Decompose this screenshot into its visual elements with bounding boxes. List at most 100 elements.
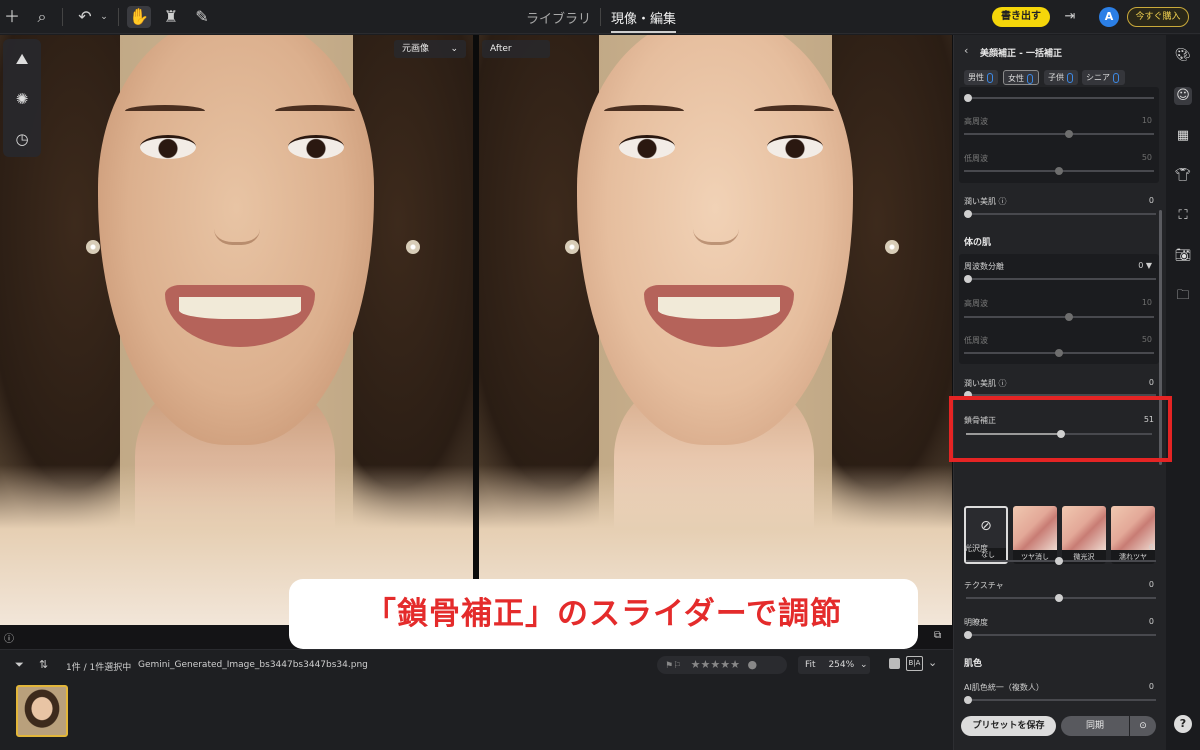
help-icon[interactable]: ? (1174, 715, 1192, 733)
tab-library[interactable]: ライブラリ (526, 8, 591, 27)
palette-icon[interactable]: 🎨︎ (1174, 47, 1192, 65)
chip-male[interactable]: 男性 (964, 70, 998, 85)
history-icon[interactable]: ◷ (12, 129, 32, 149)
folder-settings-icon[interactable]: 🗀 (1174, 287, 1192, 305)
sparkle-circle-icon[interactable]: ✺ (12, 89, 32, 109)
thumbnail[interactable] (16, 685, 68, 737)
gloss-preset-matte[interactable]: ツヤ消し (1013, 506, 1057, 564)
image-viewer[interactable]: 元画像 ⌄ After ⛰ ✺ ◷ (0, 35, 953, 625)
high-freq-slider[interactable] (964, 316, 1154, 318)
flag-icon[interactable]: ⚑⚐ (665, 661, 681, 671)
low-freq-label: 低周波 (964, 154, 988, 163)
sync-options-icon[interactable]: ⊙ (1130, 716, 1156, 736)
slider-knob[interactable] (1055, 167, 1063, 175)
filmstrip-bar: ⏷ ⇅ 1件 / 1件選択中 Gemini_Generated_Image_bs… (0, 649, 953, 750)
single-view-icon[interactable] (889, 658, 900, 669)
shirt-icon[interactable]: 👕︎ (1174, 167, 1192, 185)
rating-bar[interactable]: ⚑⚐ ★★★★★ ● (657, 656, 787, 674)
preset-thumbnail (1062, 506, 1106, 550)
save-preset-button[interactable]: プリセットを保存 (961, 716, 1056, 736)
spinner-icon (1067, 72, 1073, 83)
gloss-label: 光沢度 (964, 544, 988, 553)
top-toolbar: ＋ ⌕ ↶ ⌄ ✋ ♜ ✎ ライブラリ 現像・編集 書き出す ⇥ A 今すぐ購入 (0, 0, 1200, 34)
crop-icon[interactable]: ⛶ (1174, 207, 1192, 225)
before-after-icon[interactable]: B|A (906, 656, 923, 671)
zoom-control[interactable]: Fit 254% ⌄ (798, 656, 870, 674)
landscape-plus-icon[interactable]: ⛰ (12, 49, 32, 69)
low-freq-label: 低周波 (964, 336, 988, 345)
chevron-down-icon: ⌄ (450, 44, 458, 54)
moist-skin-value: 0 (1148, 378, 1154, 387)
view-tool-strip: ⛰ ✺ ◷ (3, 39, 41, 157)
filename: Gemini_Generated_Image_bs3447bs3447bs34.… (138, 660, 368, 670)
slider-knob[interactable] (964, 275, 972, 283)
avatar[interactable]: A (1099, 7, 1119, 27)
divider (118, 8, 119, 26)
gradient-icon[interactable]: ▦ (1174, 127, 1192, 145)
divider (600, 8, 601, 26)
none-icon: ⊘ (980, 518, 992, 534)
high-freq-slider[interactable] (964, 133, 1154, 135)
chip-label: シニア (1086, 73, 1110, 82)
chip-female[interactable]: 女性 (1003, 70, 1039, 85)
chevron-down-icon[interactable]: ⌄ (92, 6, 116, 28)
color-label-icon[interactable]: ● (747, 658, 757, 671)
skin-color-section: 肌色 (964, 659, 983, 669)
hand-icon[interactable]: ✋ (127, 6, 151, 28)
plus-icon[interactable]: ＋ (0, 6, 24, 28)
export-panel-icon[interactable]: ⇥ (1058, 6, 1082, 28)
book-icon[interactable]: ⧉ (934, 630, 941, 641)
slider-knob[interactable] (964, 210, 972, 218)
divider (62, 8, 63, 26)
buy-now-button[interactable]: 今すぐ購入 (1127, 7, 1189, 27)
gloss-preset-none[interactable]: ⊘ なし (964, 506, 1008, 564)
chevron-down-icon[interactable]: ⌄ (928, 656, 937, 669)
slider-knob[interactable] (1055, 349, 1063, 357)
info-icon[interactable]: ⓘ (4, 630, 14, 645)
slider-knob[interactable] (964, 696, 972, 704)
clarity-slider[interactable] (966, 634, 1156, 636)
slider-knob[interactable] (964, 94, 972, 102)
zoom-value[interactable]: 254% (828, 660, 854, 670)
bandage-icon[interactable]: ✎ (190, 6, 214, 28)
fit-label[interactable]: Fit (805, 660, 816, 670)
ai-unify-label: AI肌色統一（複数人） (964, 683, 1044, 692)
filter-icon[interactable]: ⏷ (15, 658, 24, 672)
face-icon[interactable]: ☺ (1174, 87, 1192, 105)
before-view-select[interactable]: 元画像 ⌄ (394, 40, 466, 58)
app-window: ＋ ⌕ ↶ ⌄ ✋ ♜ ✎ ライブラリ 現像・編集 書き出す ⇥ A 今すぐ購入 (0, 0, 1200, 750)
export-button[interactable]: 書き出す (992, 7, 1050, 27)
clarity-value: 0 (1148, 617, 1154, 626)
gloss-preset-subtle[interactable]: 微光沢 (1062, 506, 1106, 564)
freq-sep-value[interactable]: 0 ▼ (1122, 261, 1152, 270)
slider-track[interactable] (968, 97, 1154, 99)
collarbone-highlight-box (949, 396, 1172, 462)
search-icon[interactable]: ⌕ (30, 6, 54, 28)
chevron-down-icon[interactable]: ⌄ (860, 660, 868, 670)
star-rating[interactable]: ★★★★★ (691, 658, 740, 671)
slider-knob[interactable] (1065, 313, 1073, 321)
back-icon[interactable]: ‹ (964, 44, 968, 57)
tab-develop[interactable]: 現像・編集 (611, 8, 677, 33)
high-freq-label: 高周波 (964, 299, 988, 308)
slider-knob[interactable] (1055, 557, 1063, 565)
freq-sep-label: 周波数分離 (964, 262, 1004, 271)
stamp-icon[interactable]: ♜ (159, 6, 183, 28)
spinner-icon (987, 72, 993, 83)
sync-button[interactable]: 同期 (1061, 716, 1129, 736)
high-freq-label: 高周波 (964, 117, 988, 126)
chip-child[interactable]: 子供 (1044, 70, 1078, 85)
slider-knob[interactable] (1065, 130, 1073, 138)
slider-knob[interactable] (1055, 594, 1063, 602)
body-skin-section: 体の肌 (964, 238, 992, 248)
spinner-icon (1027, 73, 1033, 84)
camera-icon[interactable]: 📷︎ (1174, 247, 1192, 265)
chip-senior[interactable]: シニア (1082, 70, 1125, 85)
freq-sep-slider[interactable] (966, 278, 1156, 280)
preset-thumbnail (1013, 506, 1057, 550)
sort-icon[interactable]: ⇅ (39, 658, 48, 671)
slider-knob[interactable] (964, 631, 972, 639)
gloss-preset-dewy[interactable]: 濡れツヤ (1111, 506, 1155, 564)
moist-skin-slider[interactable] (966, 213, 1156, 215)
ai-unify-slider[interactable] (966, 699, 1156, 701)
